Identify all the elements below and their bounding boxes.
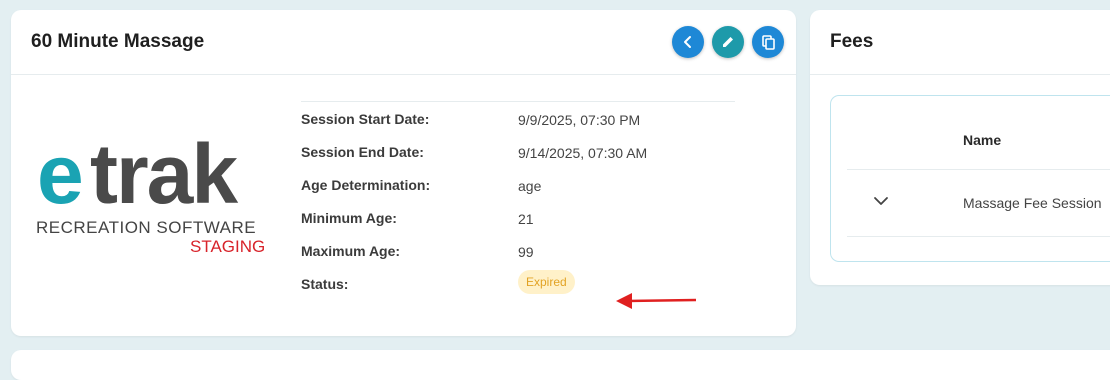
detail-row: Session End Date: 9/14/2025, 07:30 AM xyxy=(301,144,735,177)
fees-title: Fees xyxy=(830,31,874,52)
header-actions xyxy=(672,26,784,58)
logo-trak: trak xyxy=(90,127,238,221)
red-arrow-icon xyxy=(616,293,697,309)
edit-button[interactable] xyxy=(712,26,744,58)
detail-value: 21 xyxy=(518,211,534,227)
detail-label: Session Start Date: xyxy=(301,111,430,127)
fees-card-header: Fees xyxy=(810,10,1110,75)
detail-value: age xyxy=(518,178,542,194)
logo-e: e xyxy=(37,127,84,221)
chevron-left-icon xyxy=(684,36,691,48)
back-button[interactable] xyxy=(672,26,704,58)
chevron-down-icon[interactable] xyxy=(873,194,889,208)
table-row[interactable]: Massage Fee Session xyxy=(847,170,1110,237)
fees-card: Fees Name Massage Fee Session xyxy=(810,10,1110,285)
pencil-icon xyxy=(723,35,735,47)
copy-button[interactable] xyxy=(752,26,784,58)
detail-label: Session End Date: xyxy=(301,144,424,160)
fees-table-header: Name xyxy=(847,96,1110,170)
copy-icon xyxy=(762,35,775,50)
detail-value: 9/14/2025, 07:30 AM xyxy=(518,145,648,161)
next-section-card xyxy=(11,350,1110,380)
page-title: 60 Minute Massage xyxy=(31,31,205,52)
logo-subtitle: RECREATION SOFTWARE xyxy=(36,218,257,237)
detail-row: Maximum Age: 99 xyxy=(301,243,735,276)
detail-row: Minimum Age: 21 xyxy=(301,210,735,243)
session-card-header: 60 Minute Massage xyxy=(11,10,796,75)
session-details: Session Start Date: 9/9/2025, 07:30 PM S… xyxy=(301,101,735,309)
detail-value: 9/9/2025, 07:30 PM xyxy=(518,112,641,128)
detail-value: 99 xyxy=(518,244,534,260)
detail-label: Minimum Age: xyxy=(301,210,397,226)
detail-label: Age Determination: xyxy=(301,177,431,193)
detail-row: Age Determination: age xyxy=(301,177,735,210)
etrak-logo: e trak RECREATION SOFTWARE STAGING xyxy=(20,130,280,270)
status-badge: Expired xyxy=(518,270,575,294)
fees-table: Name Massage Fee Session xyxy=(830,95,1110,262)
fee-name: Massage Fee Session xyxy=(963,195,1102,211)
status-label: Status: xyxy=(301,276,349,292)
detail-label: Maximum Age: xyxy=(301,243,401,259)
logo-environment: STAGING xyxy=(190,237,266,256)
detail-row: Session Start Date: 9/9/2025, 07:30 PM xyxy=(301,111,735,144)
fees-column-name: Name xyxy=(963,132,1002,148)
